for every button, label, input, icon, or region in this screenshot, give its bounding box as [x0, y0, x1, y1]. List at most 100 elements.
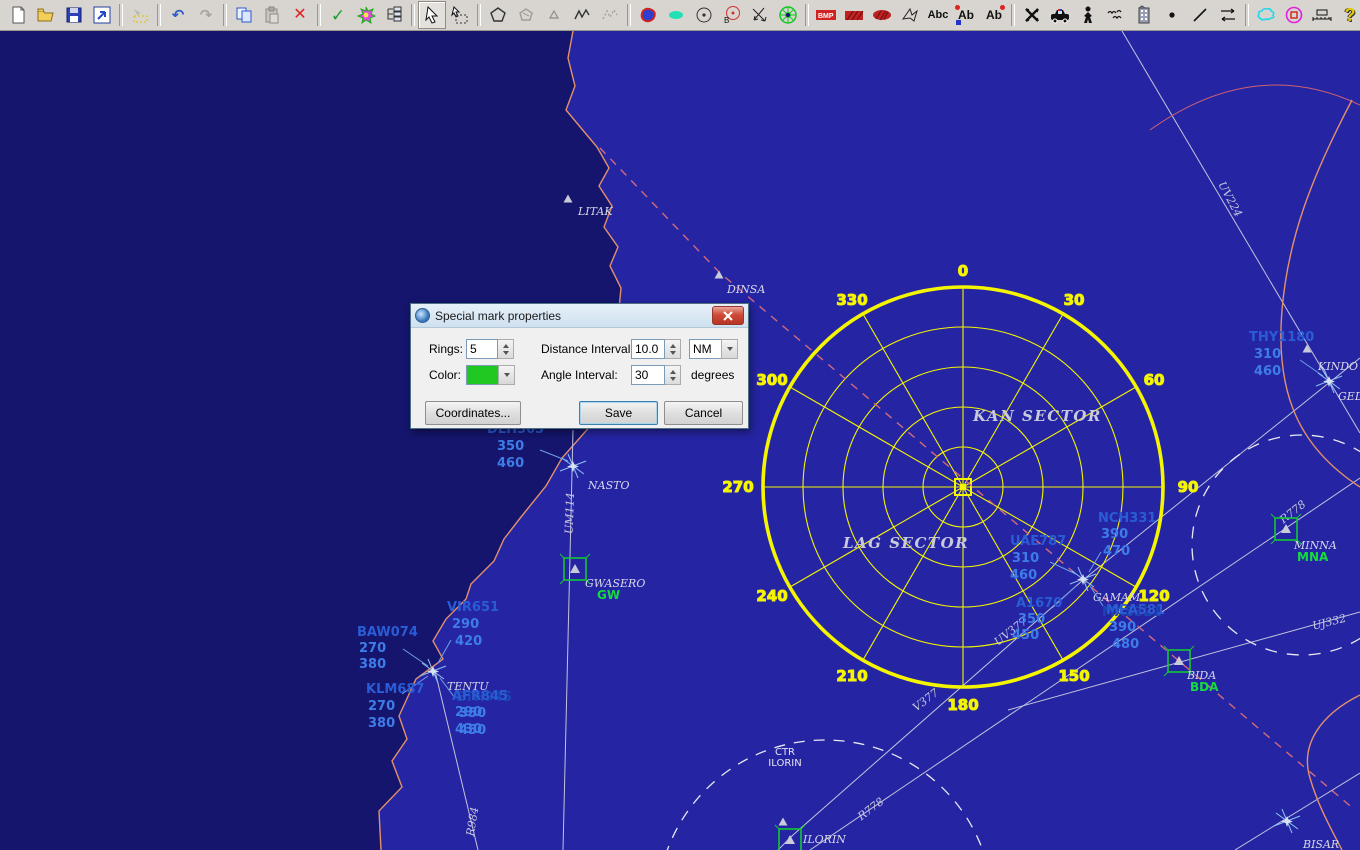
svg-text:460: 460 — [1254, 364, 1281, 379]
ruler-icon[interactable] — [1308, 1, 1336, 29]
svg-text:KLM687: KLM687 — [366, 682, 424, 697]
save-icon[interactable] — [60, 1, 88, 29]
svg-text:380: 380 — [359, 657, 386, 672]
rubber-band-icon[interactable] — [126, 1, 154, 29]
hatched-ellipse-icon[interactable] — [868, 1, 896, 29]
text-label-icon[interactable]: Ab — [952, 1, 980, 29]
svg-text:30: 30 — [1064, 291, 1085, 309]
polygon-open-icon[interactable] — [512, 1, 540, 29]
validate-icon[interactable]: ✓ — [324, 1, 352, 29]
point-icon[interactable] — [1158, 1, 1186, 29]
delete-icon[interactable]: ✕ — [286, 1, 314, 29]
svg-text:AFR845: AFR845 — [452, 689, 508, 704]
runway-axis-icon[interactable] — [746, 1, 774, 29]
svg-text:MEA581: MEA581 — [1106, 603, 1165, 618]
text-abc-icon[interactable]: Abc — [924, 1, 952, 29]
text-point-icon[interactable]: Ab — [980, 1, 1008, 29]
double-arrow-icon[interactable] — [1214, 1, 1242, 29]
symbol-palette-icon[interactable] — [352, 1, 380, 29]
rings-input[interactable] — [466, 339, 498, 359]
angle-spinner[interactable] — [665, 365, 681, 385]
svg-text:350: 350 — [497, 439, 524, 454]
svg-text:460: 460 — [1010, 568, 1037, 583]
svg-text:380: 380 — [368, 716, 395, 731]
weather-cloud-icon[interactable] — [1252, 1, 1280, 29]
color-label: Color: — [429, 368, 462, 382]
undo-icon[interactable]: ↶ — [164, 1, 192, 29]
color-dropdown[interactable] — [498, 365, 515, 385]
svg-text:90: 90 — [1178, 478, 1199, 496]
svg-text:310: 310 — [1012, 551, 1039, 566]
ellipse-icon[interactable] — [662, 1, 690, 29]
svg-text:420: 420 — [455, 634, 482, 649]
distance-spinner[interactable] — [665, 339, 681, 359]
waypoint-label-nasto: NASTO — [587, 479, 629, 492]
svg-text:BAW074: BAW074 — [357, 625, 418, 640]
ctr-label-line2: ILORIN — [768, 758, 801, 769]
dialog-title-bar[interactable]: Special mark properties — [411, 304, 748, 328]
airway-label-um114: UM114 — [563, 492, 577, 534]
beacon-icon[interactable]: B — [718, 1, 746, 29]
open-folder-icon[interactable] — [32, 1, 60, 29]
line-icon[interactable] — [1186, 1, 1214, 29]
application-window: ↶ ↷ ✕ ✓ B BMP Abc Ab Ab ? 0 30 60 90 120… — [0, 0, 1360, 850]
restricted-zone-icon[interactable] — [1280, 1, 1308, 29]
svg-text:270: 270 — [722, 478, 753, 496]
marquee-select-icon[interactable] — [446, 1, 474, 29]
paste-icon[interactable] — [258, 1, 286, 29]
color-swatch[interactable] — [466, 365, 499, 385]
pointer-icon[interactable] — [418, 1, 446, 29]
station-code-mna: MNA — [1297, 550, 1329, 564]
svg-text:270: 270 — [359, 641, 386, 656]
svg-text:B: B — [724, 16, 729, 25]
copy-icon[interactable] — [230, 1, 258, 29]
angle-interval-label: Angle Interval: — [541, 368, 618, 382]
arrow-shape-icon[interactable] — [896, 1, 924, 29]
special-mark-icon[interactable] — [774, 1, 802, 29]
distance-unit-dropdown[interactable] — [721, 339, 738, 359]
building-icon[interactable] — [1130, 1, 1158, 29]
area-blob-icon[interactable] — [634, 1, 662, 29]
triangle-icon[interactable] — [540, 1, 568, 29]
waypoint-label-kindo: KINDO — [1317, 360, 1358, 373]
map-canvas[interactable]: 0 30 60 90 120 150 180 210 240 270 300 3… — [0, 30, 1360, 850]
dialog-close-button[interactable] — [712, 306, 744, 325]
crash-mark-icon[interactable] — [1018, 1, 1046, 29]
help-icon[interactable]: ? — [1336, 1, 1360, 29]
export-view-icon[interactable] — [88, 1, 116, 29]
polygon-icon[interactable] — [484, 1, 512, 29]
waypoint-label-bisar: BISAR — [1302, 838, 1339, 850]
sector-label-lag: LAG SECTOR — [842, 534, 969, 552]
svg-text:300: 300 — [756, 371, 787, 389]
bitmap-icon[interactable]: BMP — [812, 1, 840, 29]
polyline-icon[interactable] — [568, 1, 596, 29]
svg-text:NCH331: NCH331 — [1098, 511, 1156, 526]
birds-icon[interactable] — [1102, 1, 1130, 29]
person-icon[interactable] — [1074, 1, 1102, 29]
close-icon — [723, 310, 733, 321]
svg-text:THY1180: THY1180 — [1249, 330, 1314, 345]
rings-spinner[interactable] — [498, 339, 514, 359]
svg-text:470: 470 — [1103, 544, 1130, 559]
svg-text:310: 310 — [1254, 347, 1281, 362]
dialog-title: Special mark properties — [435, 308, 562, 323]
tree-view-icon[interactable] — [380, 1, 408, 29]
svg-text:330: 330 — [836, 291, 867, 309]
svg-text:350: 350 — [1018, 612, 1045, 627]
hatched-rect-icon[interactable] — [840, 1, 868, 29]
distance-interval-input[interactable] — [631, 339, 665, 359]
cancel-button[interactable]: Cancel — [664, 401, 743, 425]
special-mark-properties-dialog: Special mark properties Rings: Distance … — [410, 303, 749, 429]
new-file-icon[interactable] — [4, 1, 32, 29]
waypoint-label-ged: GED — [1338, 390, 1360, 403]
police-car-icon[interactable] — [1046, 1, 1074, 29]
save-button[interactable]: Save — [579, 401, 658, 425]
svg-text:60: 60 — [1144, 371, 1165, 389]
waypoint-label-dinsa: DINSA — [726, 283, 765, 296]
polyline-dashed-icon[interactable] — [596, 1, 624, 29]
redo-icon[interactable]: ↷ — [192, 1, 220, 29]
angle-interval-input[interactable] — [631, 365, 665, 385]
coordinates-button[interactable]: Coordinates... — [425, 401, 521, 425]
radar-map[interactable]: 0 30 60 90 120 150 180 210 240 270 300 3… — [0, 30, 1360, 850]
circle-marker-icon[interactable] — [690, 1, 718, 29]
